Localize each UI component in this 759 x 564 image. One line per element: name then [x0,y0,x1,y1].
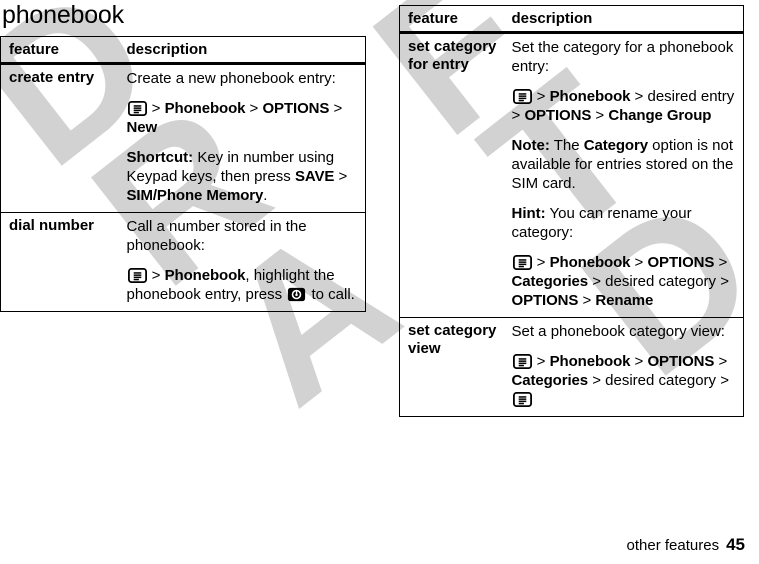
manual-page: phonebook feature description create ent… [0,0,759,564]
path-separator: > [329,100,343,117]
path-separator: > [511,107,525,124]
column-header-description: description [503,5,744,34]
path-separator: > [716,372,729,389]
feature-description: Set the category for a phonebook entry: … [504,33,744,318]
menu-key-icon [512,392,532,407]
path-separator: > [532,88,550,105]
menu-key-icon [512,89,532,104]
body-text: desired category [605,372,717,389]
table-header-row: feature description [399,5,744,34]
ui-label: OPTIONS [511,292,579,309]
feature-description: Set a phonebook category view: > Phonebo… [503,317,744,417]
column-header-feature: feature [399,5,504,34]
menu-key-icon [512,255,532,270]
create-entry-intro: Create a new phonebook entry: [127,69,360,88]
ui-label: Categories [511,372,589,389]
feature-name: dial number [0,212,119,312]
left-column: phonebook feature description create ent… [0,0,366,312]
table-header-row: feature description [0,36,366,65]
set-category-entry-note: Note: The Category option is not availab… [512,136,738,193]
phonebook-feature-table-left: feature description create entry Create … [0,36,366,312]
ui-label: OPTIONS [647,254,715,271]
ui-label: OPTIONS [262,100,330,117]
path-separator: > [532,353,550,370]
path-separator: > [588,273,606,290]
table-row: set category for entry Set the category … [400,33,744,318]
path-separator: > [532,254,550,271]
body-text: desired category [605,273,717,290]
feature-description: Create a new phonebook entry: > Phoneboo… [119,64,366,213]
body-text: desired entry [647,88,735,105]
callout-label: Hint: [511,205,546,222]
ui-label: Change Group [608,107,712,124]
menu-key-icon [127,101,147,116]
ui-label: Categories [511,273,589,290]
feature-description: Call a number stored in the phonebook: >… [118,212,366,312]
menu-key-icon [127,268,147,283]
ui-label: Phonebook [549,254,631,271]
body-text: Call a number stored in the phonebook: [126,218,307,254]
call-send-key-icon [287,287,306,302]
path-separator: > [630,353,648,370]
menu-key-icon [512,354,532,369]
ui-label: SIM/Phone Memory [126,187,264,204]
ui-label: Phonebook [164,100,246,117]
column-header-feature: feature [0,36,119,65]
feature-name: create entry [9,69,95,86]
path-separator: > [578,292,596,309]
table-row: dial number Call a number stored in the … [0,212,366,312]
path-separator: > [334,168,348,185]
set-category-entry-intro: Set the category for a phonebook entry: [512,38,738,76]
set-category-view-intro: Set a phonebook category view: [512,322,738,341]
path-separator: > [630,254,648,271]
set-category-entry-path: > Phonebook > desired entry > OPTIONS > … [512,87,738,125]
body-text: Set the category for a phonebook entry: [511,39,734,75]
feature-name: set category for entry [408,38,497,73]
ui-label: OPTIONS [647,353,715,370]
callout-label: Shortcut: [126,149,194,166]
table-row: create entry Create a new phonebook entr… [1,64,366,213]
ui-label: Rename [595,292,654,309]
create-entry-shortcut: Shortcut: Key in number using Keypad key… [127,148,360,205]
page-footer: other features 45 [627,535,745,555]
body-text: Set a phonebook category view: [511,323,725,340]
path-separator: > [714,254,728,271]
set-category-entry-rename-path: > Phonebook > OPTIONS > Categories > des… [512,253,738,310]
ui-label: SAVE [294,168,335,185]
path-separator: > [147,267,165,284]
set-category-entry-hint: Hint: You can rename your category: [512,204,738,242]
page-title: phonebook [2,1,124,29]
footer-section-label: other features [626,537,720,554]
right-column: feature description set category for ent… [399,5,744,417]
path-separator: > [630,88,648,105]
path-separator: > [588,372,606,389]
path-separator: > [245,100,263,117]
path-separator: > [714,353,728,370]
ui-label: Phonebook [164,267,246,284]
feature-name: set category view [399,317,504,417]
callout-label: Note: [511,137,550,154]
path-separator: > [591,107,609,124]
ui-label: Phonebook [549,88,631,105]
ui-label: OPTIONS [524,107,592,124]
footer-page-number: 45 [726,535,745,554]
create-entry-path: > Phonebook > OPTIONS > New [127,99,360,137]
path-separator: > [716,273,729,290]
ui-label: Phonebook [549,353,631,370]
ui-label: New [126,119,158,136]
column-header-description: description [118,36,366,65]
body-text: to call. [307,286,355,303]
body-text: The [549,137,584,154]
dial-number-intro: Call a number stored in the phonebook: [127,217,360,255]
phonebook-feature-table-right: feature description set category for ent… [399,5,744,417]
ui-label: Category [583,137,648,154]
body-text: Create a new phonebook entry: [126,70,336,87]
dial-number-path: > Phonebook, highlight the phonebook ent… [127,266,360,304]
set-category-view-path: > Phonebook > OPTIONS > Categories > des… [512,352,738,409]
table-row: set category view Set a phonebook catego… [399,317,744,417]
body-text: . [263,187,268,204]
path-separator: > [147,100,165,117]
